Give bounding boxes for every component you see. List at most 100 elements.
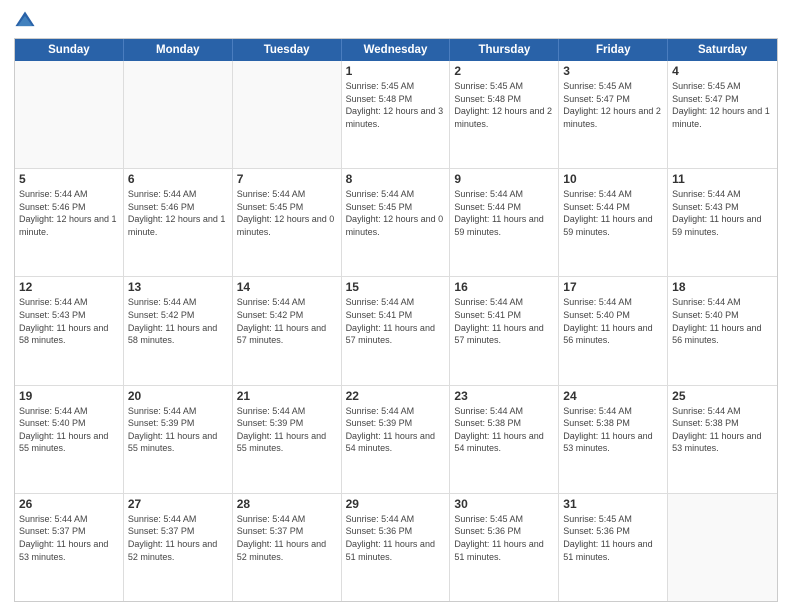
cell-info: Sunrise: 5:44 AMSunset: 5:38 PMDaylight:… — [672, 405, 773, 455]
cell-info: Sunrise: 5:44 AMSunset: 5:45 PMDaylight:… — [237, 188, 337, 238]
header — [14, 10, 778, 32]
calendar-cell: 21 Sunrise: 5:44 AMSunset: 5:39 PMDayligh… — [233, 386, 342, 493]
header-day-friday: Friday — [559, 39, 668, 61]
cell-day-number: 31 — [563, 497, 663, 511]
cell-info: Sunrise: 5:45 AMSunset: 5:48 PMDaylight:… — [454, 80, 554, 130]
week-row-2: 12 Sunrise: 5:44 AMSunset: 5:43 PMDayligh… — [15, 277, 777, 385]
cell-info: Sunrise: 5:45 AMSunset: 5:48 PMDaylight:… — [346, 80, 446, 130]
calendar-cell — [233, 61, 342, 168]
cell-day-number: 2 — [454, 64, 554, 78]
calendar-cell: 24 Sunrise: 5:44 AMSunset: 5:38 PMDayligh… — [559, 386, 668, 493]
calendar-header: SundayMondayTuesdayWednesdayThursdayFrid… — [15, 39, 777, 61]
calendar-cell: 25 Sunrise: 5:44 AMSunset: 5:38 PMDayligh… — [668, 386, 777, 493]
week-row-4: 26Sunrise: 5:44 AMSunset: 5:37 PMDayligh… — [15, 494, 777, 601]
calendar-cell — [124, 61, 233, 168]
cell-info: Sunrise: 5:44 AMSunset: 5:38 PMDaylight:… — [454, 405, 554, 455]
calendar-cell: 23Sunrise: 5:44 AMSunset: 5:38 PMDayligh… — [450, 386, 559, 493]
cell-day-number: 24 — [563, 389, 663, 403]
cell-day-number: 27 — [128, 497, 228, 511]
calendar-cell: 7 Sunrise: 5:44 AMSunset: 5:45 PMDaylight… — [233, 169, 342, 276]
cell-day-number: 9 — [454, 172, 554, 186]
calendar-cell: 28 Sunrise: 5:44 AMSunset: 5:37 PMDayligh… — [233, 494, 342, 601]
cell-info: Sunrise: 5:44 AMSunset: 5:39 PMDaylight:… — [237, 405, 337, 455]
cell-day-number: 14 — [237, 280, 337, 294]
cell-day-number: 7 — [237, 172, 337, 186]
calendar-body: 1 Sunrise: 5:45 AMSunset: 5:48 PMDaylight… — [15, 61, 777, 601]
page: SundayMondayTuesdayWednesdayThursdayFrid… — [0, 0, 792, 612]
cell-info: Sunrise: 5:44 AMSunset: 5:38 PMDaylight:… — [563, 405, 663, 455]
week-row-1: 5 Sunrise: 5:44 AMSunset: 5:46 PMDaylight… — [15, 169, 777, 277]
cell-info: Sunrise: 5:44 AMSunset: 5:41 PMDaylight:… — [346, 296, 446, 346]
cell-day-number: 28 — [237, 497, 337, 511]
cell-day-number: 16 — [454, 280, 554, 294]
week-row-3: 19 Sunrise: 5:44 AMSunset: 5:40 PMDayligh… — [15, 386, 777, 494]
cell-info: Sunrise: 5:44 AMSunset: 5:39 PMDaylight:… — [346, 405, 446, 455]
cell-day-number: 25 — [672, 389, 773, 403]
cell-day-number: 29 — [346, 497, 446, 511]
cell-info: Sunrise: 5:45 AMSunset: 5:36 PMDaylight:… — [454, 513, 554, 563]
cell-info: Sunrise: 5:44 AMSunset: 5:42 PMDaylight:… — [237, 296, 337, 346]
cell-info: Sunrise: 5:44 AMSunset: 5:44 PMDaylight:… — [454, 188, 554, 238]
calendar-cell: 8 Sunrise: 5:44 AMSunset: 5:45 PMDaylight… — [342, 169, 451, 276]
cell-info: Sunrise: 5:44 AMSunset: 5:36 PMDaylight:… — [346, 513, 446, 563]
calendar-cell: 17 Sunrise: 5:44 AMSunset: 5:40 PMDayligh… — [559, 277, 668, 384]
cell-day-number: 8 — [346, 172, 446, 186]
week-row-0: 1 Sunrise: 5:45 AMSunset: 5:48 PMDaylight… — [15, 61, 777, 169]
cell-day-number: 5 — [19, 172, 119, 186]
cell-day-number: 20 — [128, 389, 228, 403]
cell-info: Sunrise: 5:44 AMSunset: 5:42 PMDaylight:… — [128, 296, 228, 346]
calendar-cell: 10 Sunrise: 5:44 AMSunset: 5:44 PMDayligh… — [559, 169, 668, 276]
calendar-cell: 29 Sunrise: 5:44 AMSunset: 5:36 PMDayligh… — [342, 494, 451, 601]
cell-info: Sunrise: 5:45 AMSunset: 5:47 PMDaylight:… — [563, 80, 663, 130]
cell-info: Sunrise: 5:44 AMSunset: 5:37 PMDaylight:… — [19, 513, 119, 563]
calendar-cell: 14 Sunrise: 5:44 AMSunset: 5:42 PMDayligh… — [233, 277, 342, 384]
calendar-cell: 16 Sunrise: 5:44 AMSunset: 5:41 PMDayligh… — [450, 277, 559, 384]
calendar-cell: 26Sunrise: 5:44 AMSunset: 5:37 PMDayligh… — [15, 494, 124, 601]
logo-icon — [14, 10, 36, 32]
cell-info: Sunrise: 5:44 AMSunset: 5:40 PMDaylight:… — [563, 296, 663, 346]
cell-info: Sunrise: 5:44 AMSunset: 5:43 PMDaylight:… — [19, 296, 119, 346]
calendar-cell: 13Sunrise: 5:44 AMSunset: 5:42 PMDayligh… — [124, 277, 233, 384]
calendar-cell: 18Sunrise: 5:44 AMSunset: 5:40 PMDayligh… — [668, 277, 777, 384]
calendar-cell: 22 Sunrise: 5:44 AMSunset: 5:39 PMDayligh… — [342, 386, 451, 493]
header-day-sunday: Sunday — [15, 39, 124, 61]
cell-day-number: 19 — [19, 389, 119, 403]
calendar-cell: 20Sunrise: 5:44 AMSunset: 5:39 PMDayligh… — [124, 386, 233, 493]
cell-info: Sunrise: 5:44 AMSunset: 5:44 PMDaylight:… — [563, 188, 663, 238]
cell-day-number: 22 — [346, 389, 446, 403]
cell-day-number: 15 — [346, 280, 446, 294]
calendar-cell: 3 Sunrise: 5:45 AMSunset: 5:47 PMDaylight… — [559, 61, 668, 168]
cell-info: Sunrise: 5:44 AMSunset: 5:45 PMDaylight:… — [346, 188, 446, 238]
calendar-cell: 2 Sunrise: 5:45 AMSunset: 5:48 PMDaylight… — [450, 61, 559, 168]
calendar-cell: 4 Sunrise: 5:45 AMSunset: 5:47 PMDaylight… — [668, 61, 777, 168]
cell-info: Sunrise: 5:45 AMSunset: 5:47 PMDaylight:… — [672, 80, 773, 130]
cell-info: Sunrise: 5:44 AMSunset: 5:41 PMDaylight:… — [454, 296, 554, 346]
calendar: SundayMondayTuesdayWednesdayThursdayFrid… — [14, 38, 778, 602]
header-day-wednesday: Wednesday — [342, 39, 451, 61]
cell-info: Sunrise: 5:44 AMSunset: 5:43 PMDaylight:… — [672, 188, 773, 238]
calendar-cell: 5 Sunrise: 5:44 AMSunset: 5:46 PMDaylight… — [15, 169, 124, 276]
calendar-cell: 1 Sunrise: 5:45 AMSunset: 5:48 PMDaylight… — [342, 61, 451, 168]
cell-day-number: 12 — [19, 280, 119, 294]
calendar-cell — [15, 61, 124, 168]
calendar-cell: 30Sunrise: 5:45 AMSunset: 5:36 PMDayligh… — [450, 494, 559, 601]
header-day-thursday: Thursday — [450, 39, 559, 61]
calendar-cell: 11 Sunrise: 5:44 AMSunset: 5:43 PMDayligh… — [668, 169, 777, 276]
cell-info: Sunrise: 5:44 AMSunset: 5:46 PMDaylight:… — [128, 188, 228, 238]
calendar-cell: 31Sunrise: 5:45 AMSunset: 5:36 PMDayligh… — [559, 494, 668, 601]
cell-day-number: 21 — [237, 389, 337, 403]
cell-info: Sunrise: 5:44 AMSunset: 5:37 PMDaylight:… — [237, 513, 337, 563]
cell-info: Sunrise: 5:44 AMSunset: 5:40 PMDaylight:… — [19, 405, 119, 455]
cell-day-number: 11 — [672, 172, 773, 186]
cell-day-number: 3 — [563, 64, 663, 78]
cell-day-number: 17 — [563, 280, 663, 294]
cell-day-number: 1 — [346, 64, 446, 78]
cell-info: Sunrise: 5:44 AMSunset: 5:37 PMDaylight:… — [128, 513, 228, 563]
cell-info: Sunrise: 5:44 AMSunset: 5:46 PMDaylight:… — [19, 188, 119, 238]
calendar-cell: 9 Sunrise: 5:44 AMSunset: 5:44 PMDaylight… — [450, 169, 559, 276]
cell-day-number: 4 — [672, 64, 773, 78]
calendar-cell: 27 Sunrise: 5:44 AMSunset: 5:37 PMDayligh… — [124, 494, 233, 601]
logo — [14, 10, 38, 32]
cell-day-number: 18 — [672, 280, 773, 294]
cell-day-number: 10 — [563, 172, 663, 186]
